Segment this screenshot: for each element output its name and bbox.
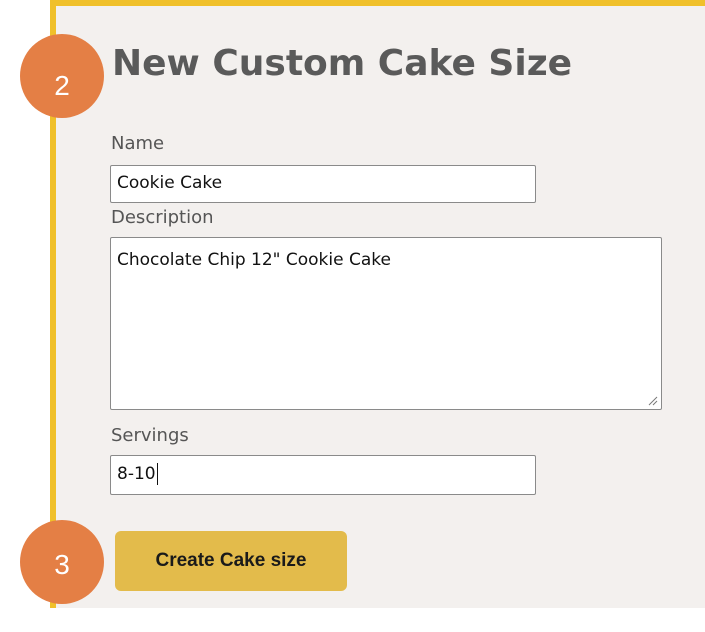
name-label: Name xyxy=(111,133,165,154)
step-badge-2: 2 xyxy=(20,34,104,118)
description-label: Description xyxy=(111,207,214,228)
servings-label: Servings xyxy=(111,425,189,446)
servings-input[interactable]: 8-10 xyxy=(110,455,536,495)
create-cake-size-button[interactable]: Create Cake size xyxy=(115,531,347,591)
page-title: New Custom Cake Size xyxy=(112,43,573,84)
step-badge-3: 3 xyxy=(20,520,104,604)
name-input-value: Cookie Cake xyxy=(117,173,223,193)
resize-grip-icon[interactable] xyxy=(646,394,658,406)
text-cursor xyxy=(156,463,158,485)
name-input[interactable]: Cookie Cake xyxy=(110,165,536,203)
description-textarea-value: Chocolate Chip 12" Cookie Cake xyxy=(117,250,391,270)
description-textarea[interactable]: Chocolate Chip 12" Cookie Cake xyxy=(110,237,662,410)
servings-input-value: 8-10 xyxy=(117,464,156,484)
